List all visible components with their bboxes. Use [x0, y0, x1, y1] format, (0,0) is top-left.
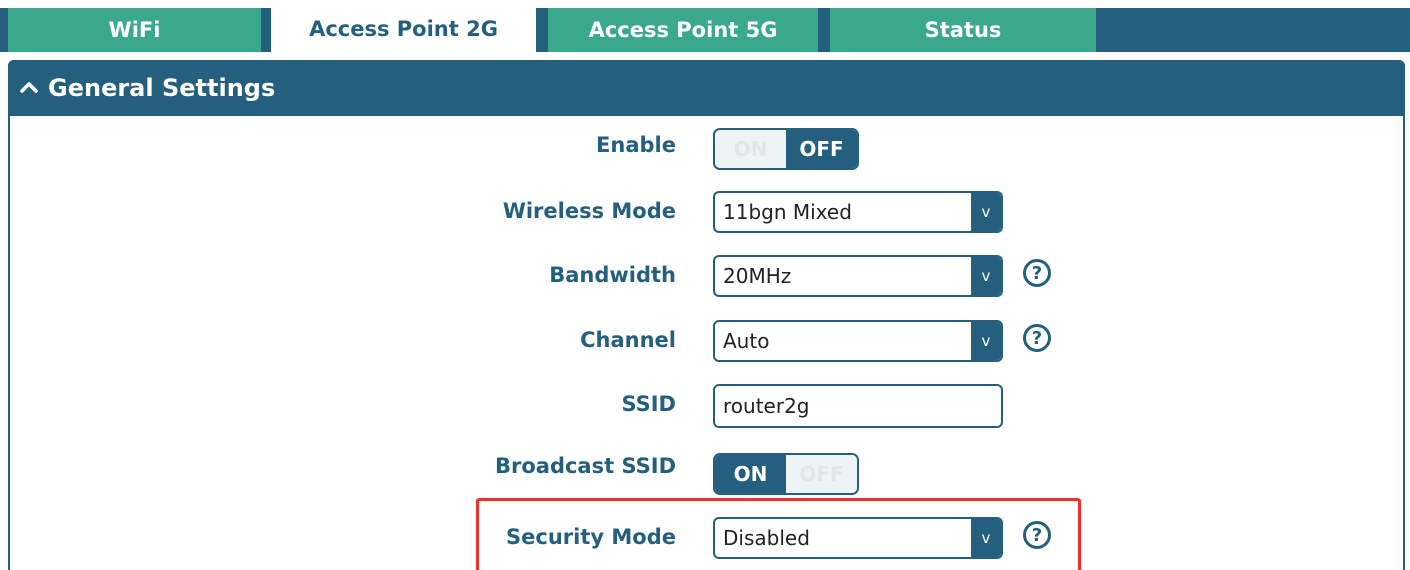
security-mode-select[interactable]: Disabled v: [713, 517, 1003, 559]
broadcast-ssid-toggle[interactable]: ON OFF: [713, 453, 859, 495]
ssid-input[interactable]: [713, 384, 1003, 428]
wireless-mode-label: Wireless Mode: [502, 199, 676, 223]
help-icon[interactable]: ?: [1023, 259, 1051, 287]
chevron-up-icon: [20, 78, 48, 98]
enable-row: Enable ON OFF: [0, 125, 1410, 170]
enable-toggle[interactable]: ON OFF: [713, 128, 859, 170]
tab-access-point-5g[interactable]: Access Point 5G: [548, 8, 818, 52]
bandwidth-label: Bandwidth: [549, 263, 676, 287]
help-icon[interactable]: ?: [1023, 521, 1051, 549]
tab-wifi[interactable]: WiFi: [8, 8, 261, 52]
panel-title: General Settings: [48, 74, 276, 102]
chevron-down-icon[interactable]: v: [971, 193, 1001, 231]
tab-access-point-2g[interactable]: Access Point 2G: [271, 6, 536, 52]
broadcast-ssid-off-option[interactable]: OFF: [786, 455, 857, 493]
ssid-row: SSID: [0, 384, 1410, 428]
broadcast-ssid-label: Broadcast SSID: [494, 454, 676, 478]
chevron-down-icon[interactable]: v: [971, 322, 1001, 360]
channel-row: Channel Auto v ?: [0, 320, 1410, 362]
bandwidth-value: 20MHz: [723, 264, 792, 288]
security-mode-row: Security Mode Disabled v ?: [0, 517, 1410, 559]
broadcast-ssid-on-option[interactable]: ON: [715, 455, 786, 493]
chevron-down-icon[interactable]: v: [971, 257, 1001, 295]
enable-off-option[interactable]: OFF: [786, 130, 857, 168]
bandwidth-select[interactable]: 20MHz v: [713, 255, 1003, 297]
channel-select[interactable]: Auto v: [713, 320, 1003, 362]
broadcast-ssid-row: Broadcast SSID ON OFF: [0, 450, 1410, 495]
channel-label: Channel: [580, 328, 676, 352]
tab-status[interactable]: Status: [830, 8, 1096, 52]
general-settings-header[interactable]: General Settings: [8, 60, 1405, 116]
wireless-mode-value: 11bgn Mixed: [723, 200, 852, 224]
channel-value: Auto: [723, 329, 770, 353]
help-icon[interactable]: ?: [1023, 324, 1051, 352]
wireless-mode-row: Wireless Mode 11bgn Mixed v: [0, 191, 1410, 233]
security-mode-value: Disabled: [723, 526, 810, 550]
security-mode-label: Security Mode: [506, 525, 676, 549]
enable-label: Enable: [596, 133, 676, 157]
bandwidth-row: Bandwidth 20MHz v ?: [0, 255, 1410, 297]
enable-on-option[interactable]: ON: [715, 130, 786, 168]
chevron-down-icon[interactable]: v: [971, 519, 1001, 557]
wireless-mode-select[interactable]: 11bgn Mixed v: [713, 191, 1003, 233]
ssid-label: SSID: [621, 392, 676, 416]
